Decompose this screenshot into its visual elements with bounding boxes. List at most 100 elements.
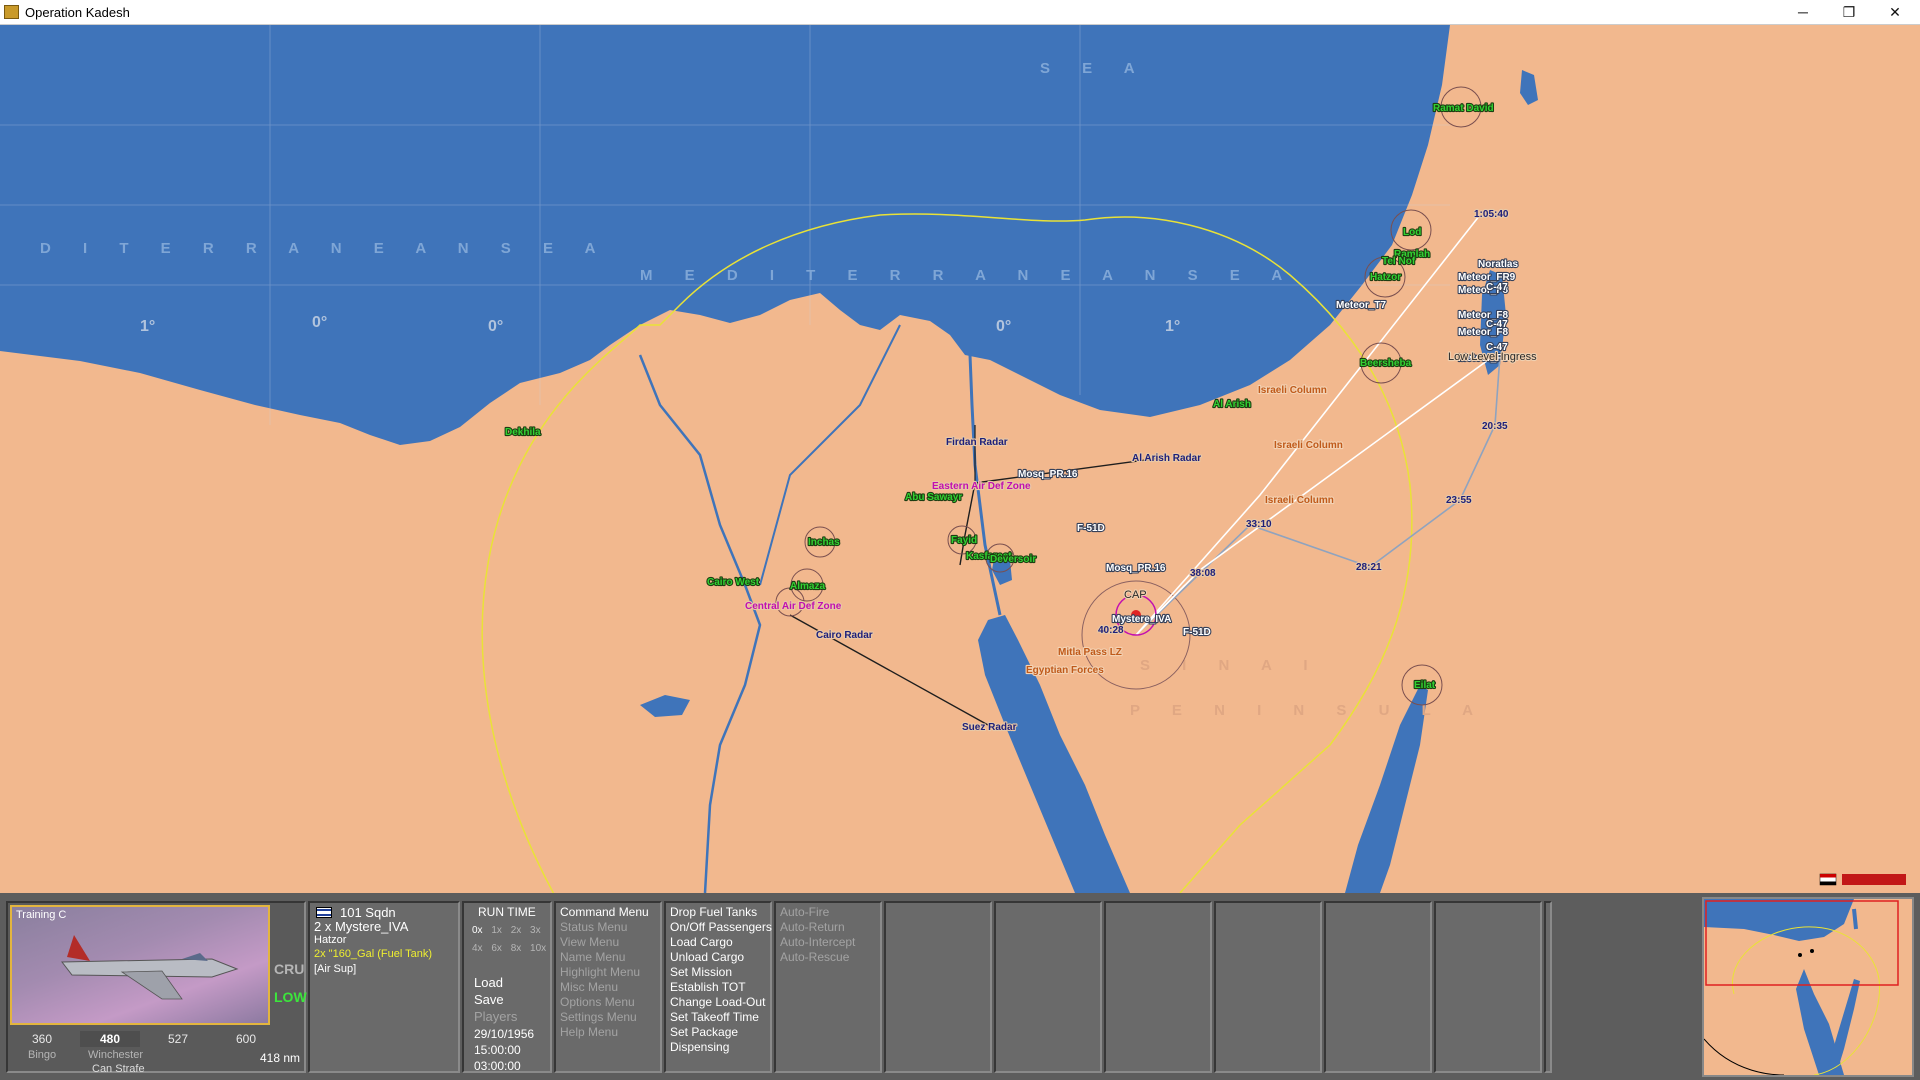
speed-10x[interactable]: 10x [530,943,546,954]
load-button[interactable]: Load [474,975,503,990]
unit-label: F-51D [1077,523,1105,534]
speed-3x[interactable]: 3x [530,925,541,936]
empty-slot-panel [1434,901,1542,1073]
ground-unit-label: Egyptian Forces [1026,665,1104,676]
sea-label-left: D I T E R R A N E A N S E A [40,240,609,257]
minimap[interactable] [1702,897,1914,1077]
passengers-command[interactable]: On/Off Passengers [670,920,772,935]
view-menu-item[interactable]: View Menu [560,935,656,950]
window-title: Operation Kadesh [25,5,130,20]
waypoint-label: 1:05:40 [1474,209,1509,220]
unit-label: Noratlas [1478,259,1518,270]
set-takeoff-time-command[interactable]: Set Takeoff Time [670,1010,766,1025]
unit-label: Meteor_F8 [1458,327,1508,338]
airbase-label: Lod [1403,227,1421,238]
change-loadout-command[interactable]: Change Load-Out [670,995,766,1010]
empty-slot-panel [1104,901,1212,1073]
time-speed-row: 0x 1x 2x 3x [472,925,541,936]
peninsula-label: P E N I N S U L A [1130,702,1487,719]
name-menu-item[interactable]: Name Menu [560,950,656,965]
auto-intercept-command[interactable]: Auto-Intercept [780,935,876,950]
drop-fuel-tanks-command[interactable]: Drop Fuel Tanks [670,905,766,920]
save-button[interactable]: Save [474,992,504,1007]
empty-slot-panel [884,901,992,1073]
speed-option-selected[interactable]: 480 [80,1031,140,1047]
dispensing-command[interactable]: Dispensing [670,1040,766,1055]
set-package-command[interactable]: Set Package [670,1025,766,1040]
speed-8x[interactable]: 8x [511,943,522,954]
empty-slot-panel [1214,901,1322,1073]
sea-label-center: M E D I T E R R A N E A N S E A [640,267,1296,284]
aircraft-icon [60,935,239,1000]
ground-unit-label: Israeli Column [1258,385,1327,396]
airbase-label: Dekhila [505,427,541,438]
game-date: 29/10/1956 [474,1027,535,1041]
auto-fire-command[interactable]: Auto-Fire [780,905,876,920]
israel-flag-icon [316,907,332,918]
can-strafe-label: Can Strafe [92,1063,145,1075]
theater-map[interactable]: D I T E R R A N E A N S E A M E D I T E … [0,25,1920,893]
mission-label: [Air Sup] [314,963,357,975]
set-mission-command[interactable]: Set Mission [670,965,766,980]
airbase-label: Al Arish [1213,399,1251,410]
altitude-cruise[interactable]: CRU [274,961,304,977]
grid-label: 1° [1165,318,1180,335]
empty-slot-panel [994,901,1102,1073]
radar-label: Suez Radar [962,722,1017,733]
waypoint-label: 33:10 [1246,519,1272,530]
help-menu-item[interactable]: Help Menu [560,1025,656,1040]
airbase-label: Tel Nof [1382,256,1416,267]
speed-option[interactable]: 600 [216,1031,276,1047]
unit-label: Meteor_T7 [1336,300,1386,311]
speed-option[interactable]: 527 [148,1031,208,1047]
options-menu-item[interactable]: Options Menu [560,995,656,1010]
speed-1x[interactable]: 1x [491,925,502,936]
airbase-label: Hatzor [1370,272,1401,283]
speed-6x[interactable]: 6x [491,943,502,954]
load-cargo-command[interactable]: Load Cargo [670,935,766,950]
unit-label: F-51D [1183,627,1211,638]
command-menu-item[interactable]: Command Menu [560,905,656,920]
auto-return-command[interactable]: Auto-Return [780,920,876,935]
speed-option[interactable]: 360 [12,1031,72,1047]
loadout-label[interactable]: 2x "160_Gal (Fuel Tank) [314,948,432,960]
speed-2x[interactable]: 2x [511,925,522,936]
grid-label: 1° [140,318,155,335]
auto-rescue-command[interactable]: Auto-Rescue [780,950,876,965]
waypoint-label: 40:28 [1098,625,1124,636]
airbase-label: Beersheba [1360,358,1412,369]
airbase-label: Almaza [790,581,825,592]
unload-cargo-command[interactable]: Unload Cargo [670,950,766,965]
highlight-menu-item[interactable]: Highlight Menu [560,965,656,980]
restore-button[interactable]: ❐ [1826,0,1872,25]
players-button[interactable]: Players [474,1009,517,1024]
minimap-drawing [1704,899,1899,1075]
airbase-label: Eilat [1414,680,1436,691]
speed-0x[interactable]: 0x [472,925,483,936]
aircraft-count: 2 x Mystere_IVA [314,919,409,934]
ground-unit-label: Israeli Column [1274,440,1343,451]
base-label: Hatzor [314,934,347,946]
run-time-title: RUN TIME [478,905,536,919]
auto-command-panel: Auto-Fire Auto-Return Auto-Intercept Aut… [774,901,882,1073]
settings-menu-item[interactable]: Settings Menu [560,1010,656,1025]
establish-tot-command[interactable]: Establish TOT [670,980,766,995]
squadron-label: 101 Sqdn [340,905,396,920]
empty-slot-panel [1324,901,1432,1073]
altitude-low[interactable]: LOW [274,989,307,1005]
speed-4x[interactable]: 4x [472,943,483,954]
app-icon [4,5,19,19]
grid-label: 0° [488,318,503,335]
waypoint-label: 23:55 [1446,495,1472,506]
zone-label: Eastern Air Def Zone [932,481,1031,492]
minimize-button[interactable]: ─ [1780,0,1826,25]
close-button[interactable]: ✕ [1872,0,1918,25]
cap-label: CAP [1124,589,1147,601]
flight-info-panel: 101 Sqdn 2 x Mystere_IVA Hatzor 2x "160_… [308,901,460,1073]
side-strength-bar [1842,874,1906,885]
misc-menu-item[interactable]: Misc Menu [560,980,656,995]
game-time: 15:00:00 [474,1043,521,1057]
unit-label: Mosq_PR.16 [1018,469,1078,480]
status-menu-item[interactable]: Status Menu [560,920,656,935]
command-hud: Training C CRU LOW 360 480 527 600 Bingo… [0,893,1920,1080]
